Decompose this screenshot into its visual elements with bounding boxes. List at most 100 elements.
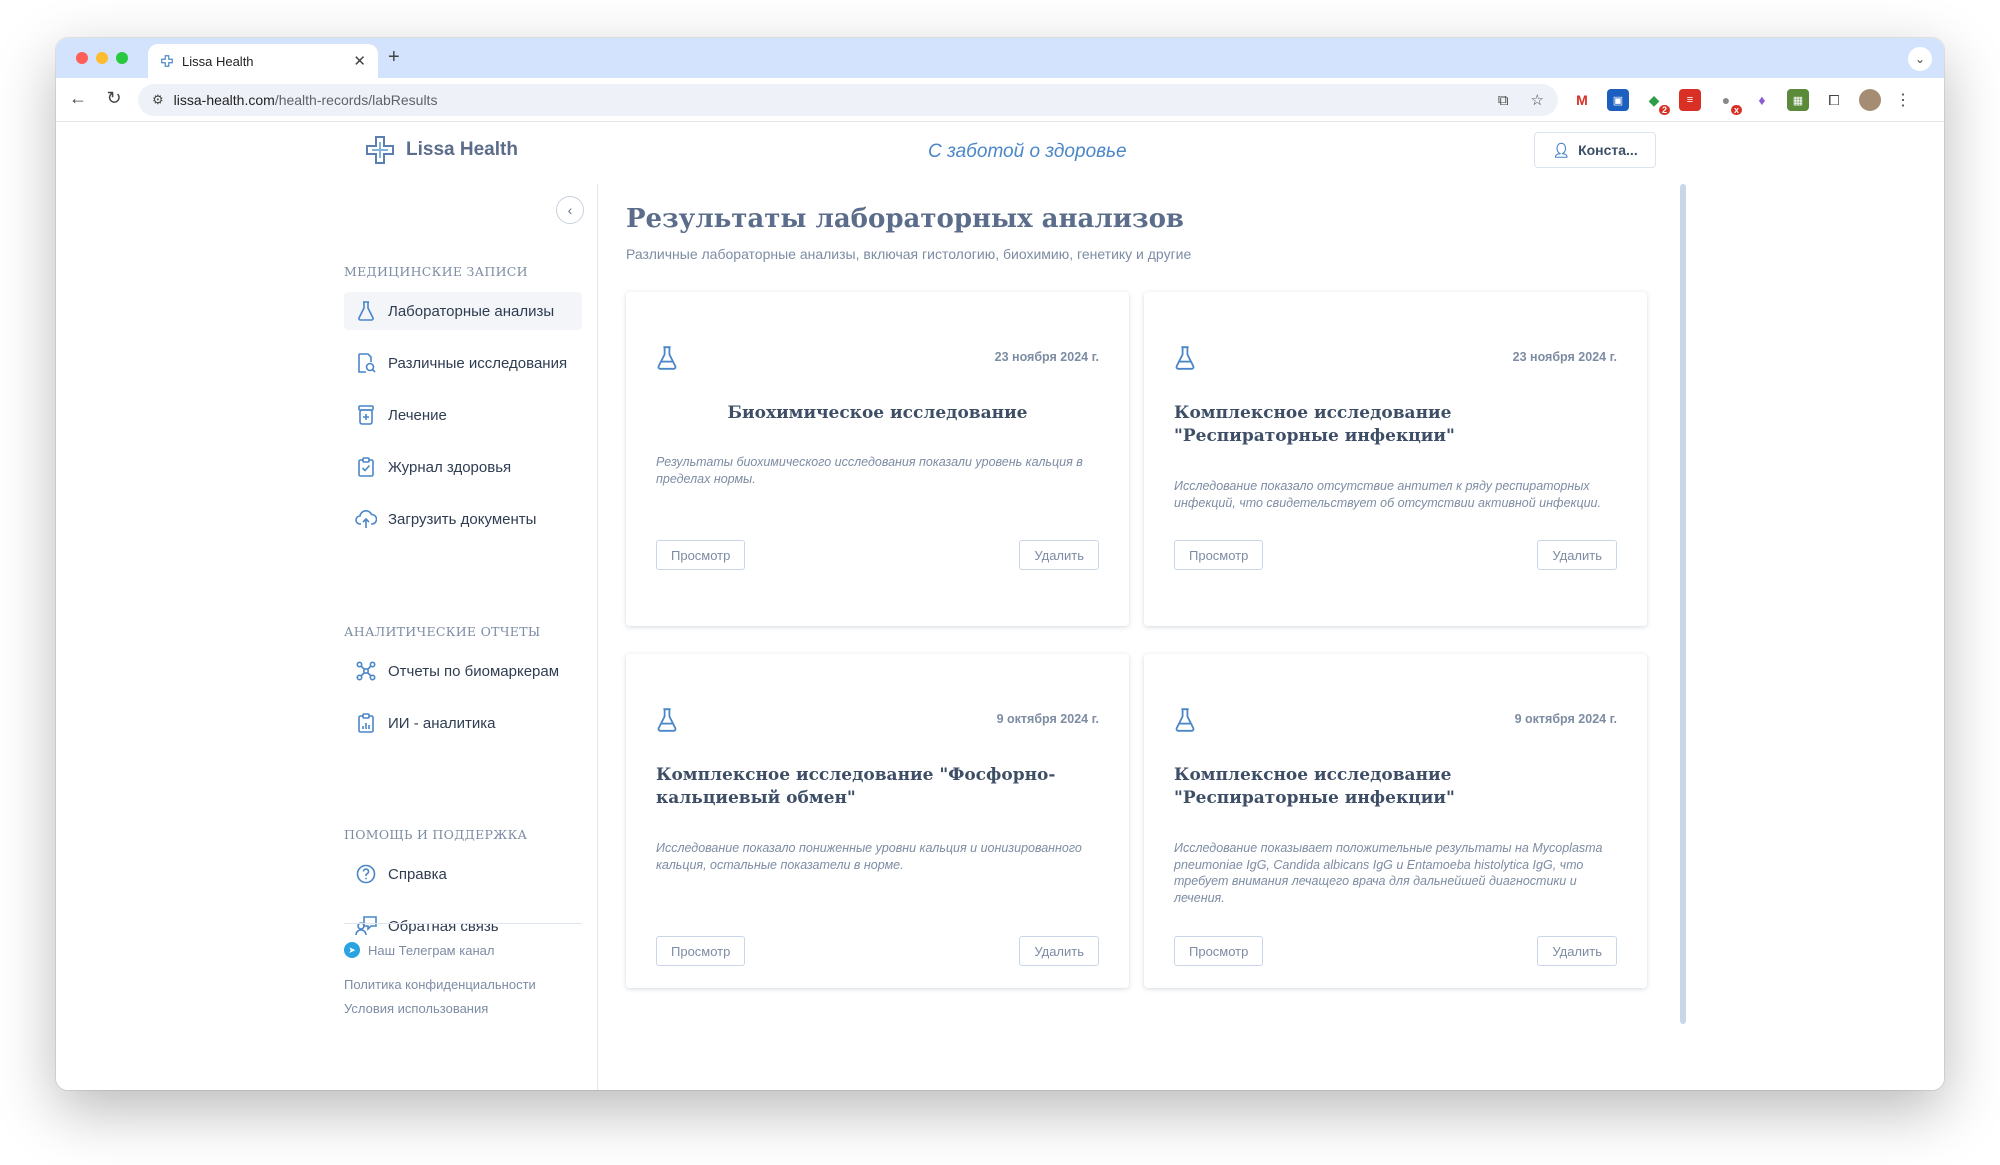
sidebar-item-label: Различные исследования bbox=[388, 354, 568, 372]
close-window-button[interactable] bbox=[76, 52, 88, 64]
app-header: Lissa Health С заботой о здоровье 👤︎ Кон… bbox=[56, 122, 1944, 184]
gmail-extension-icon[interactable]: M bbox=[1571, 89, 1593, 111]
user-icon: 👤︎ bbox=[1552, 141, 1571, 158]
card-date: 23 ноября 2024 г. bbox=[994, 350, 1099, 364]
terms-of-use-link[interactable]: Условия использования bbox=[344, 1001, 488, 1016]
collapse-sidebar-button[interactable]: ‹ bbox=[556, 196, 584, 224]
tagline: С заботой о здоровье bbox=[928, 141, 1127, 162]
section-title-help: ПОМОЩЬ И ПОДДЕРЖКА bbox=[344, 827, 528, 842]
card-title: Комплексное исследование "Респираторные … bbox=[1174, 403, 1455, 446]
question-icon bbox=[354, 862, 378, 886]
profile-avatar[interactable] bbox=[1859, 89, 1881, 111]
user-menu-button[interactable]: 👤︎ Конста... bbox=[1534, 132, 1656, 168]
sidebar-item-biomarkers[interactable]: Отчеты по биомаркерам bbox=[344, 652, 582, 690]
puzzle-extensions-icon[interactable]: ⧠ bbox=[1823, 89, 1845, 111]
sidebar-item-studies[interactable]: Различные исследования bbox=[344, 344, 582, 382]
card-description: Результаты биохимического исследования п… bbox=[656, 455, 1083, 486]
flask-icon bbox=[1175, 346, 1195, 370]
sidebar-item-label: Лечение bbox=[388, 406, 447, 424]
card-date: 9 октября 2024 г. bbox=[996, 712, 1099, 726]
image-extension-icon[interactable]: ▦ bbox=[1787, 89, 1809, 111]
card-title: Биохимическое исследование bbox=[727, 403, 1028, 423]
page-title: Результаты лабораторных анализов bbox=[626, 204, 1184, 234]
lab-result-card: 9 октября 2024 г. Комплексное исследован… bbox=[626, 654, 1129, 988]
view-button[interactable]: Просмотр bbox=[656, 540, 746, 570]
green-extension-icon[interactable]: ◆ 2 bbox=[1643, 89, 1670, 115]
main-content: Результаты лабораторных анализов Различн… bbox=[598, 184, 1656, 1090]
sidebar-item-health-journal[interactable]: Журнал здоровья bbox=[344, 448, 582, 486]
sidebar-item-treatment[interactable]: Лечение bbox=[344, 396, 582, 434]
sidebar-item-lab-results[interactable]: Лабораторные анализы bbox=[344, 292, 582, 330]
sidebar-item-label: Обратная связь bbox=[388, 917, 499, 935]
view-button[interactable]: Просмотр bbox=[1174, 936, 1264, 966]
card-description: Исследование показывает положительные ре… bbox=[1174, 841, 1603, 905]
url-text[interactable]: lissa-health.com/health-records/labResul… bbox=[174, 92, 1476, 108]
new-tab-button[interactable]: + bbox=[388, 46, 400, 69]
browser-toolbar: ← ↻ ⚙ lissa-health.com/health-records/la… bbox=[56, 78, 1944, 122]
close-tab-icon[interactable]: ✕ bbox=[353, 52, 366, 70]
sidebar-footer-divider bbox=[344, 923, 582, 924]
flask-icon bbox=[1175, 708, 1195, 732]
logo[interactable]: Lissa Health bbox=[364, 134, 518, 166]
privacy-policy-link[interactable]: Политика конфиденциальности bbox=[344, 977, 536, 992]
sidebar-item-label: Лабораторные анализы bbox=[388, 302, 555, 320]
network-icon bbox=[354, 659, 378, 683]
user-name: Конста... bbox=[1578, 142, 1638, 158]
maximize-window-button[interactable] bbox=[116, 52, 128, 64]
view-button[interactable]: Просмотр bbox=[1174, 540, 1264, 570]
bookmark-star-icon[interactable]: ☆ bbox=[1531, 91, 1544, 109]
extensions-row: M ▣ ◆ 2 ≡ ● x ♦ ▦ ⧠ ⋮ bbox=[1571, 89, 1911, 115]
favicon-icon bbox=[161, 55, 173, 67]
flask-icon bbox=[657, 708, 677, 732]
sidebar-item-help[interactable]: Справка bbox=[344, 855, 582, 893]
sidebar-item-label: ИИ - аналитика bbox=[388, 714, 496, 732]
cloud-upload-icon bbox=[354, 507, 378, 531]
telegram-link[interactable]: ➤ Наш Телеграм канал bbox=[344, 942, 494, 958]
sidebar-item-ai-analytics[interactable]: ИИ - аналитика bbox=[344, 704, 582, 742]
sidebar-item-upload[interactable]: Загрузить документы bbox=[344, 500, 582, 538]
sidebar-item-feedback[interactable]: Обратная связь bbox=[344, 907, 582, 945]
back-button[interactable]: ← bbox=[66, 88, 90, 109]
card-description: Исследование показало пониженные уровни … bbox=[656, 841, 1082, 872]
delete-button[interactable]: Удалить bbox=[1019, 540, 1099, 570]
red-book-extension-icon[interactable]: ≡ bbox=[1679, 89, 1701, 111]
minimize-window-button[interactable] bbox=[96, 52, 108, 64]
sidebar-item-label: Журнал здоровья bbox=[388, 458, 512, 476]
lab-result-card: 9 октября 2024 г. Комплексное исследован… bbox=[1144, 654, 1647, 988]
tab-title: Lissa Health bbox=[182, 53, 254, 69]
clipboard-chart-icon bbox=[354, 711, 378, 735]
delete-button[interactable]: Удалить bbox=[1537, 540, 1617, 570]
lab-result-card: 23 ноября 2024 г. Комплексное исследован… bbox=[1144, 292, 1647, 626]
card-date: 23 ноября 2024 г. bbox=[1512, 350, 1617, 364]
tab-bar: Lissa Health ✕ + ⌄ bbox=[56, 38, 1944, 78]
feedback-icon bbox=[354, 914, 378, 938]
card-title: Комплексное исследование "Респираторные … bbox=[1174, 765, 1455, 808]
sidebar-item-label: Загрузить документы bbox=[388, 510, 537, 528]
main-scrollbar[interactable] bbox=[1680, 184, 1686, 1024]
clipboard-check-icon bbox=[354, 455, 378, 479]
logo-cross-icon bbox=[366, 136, 394, 164]
browser-tab[interactable]: Lissa Health ✕ bbox=[148, 44, 378, 78]
trello-extension-icon[interactable]: ▣ bbox=[1607, 89, 1629, 111]
purple-extension-icon[interactable]: ♦ bbox=[1751, 89, 1773, 111]
tab-search-button[interactable]: ⌄ bbox=[1908, 47, 1932, 71]
card-description: Исследование показало отсутствие антител… bbox=[1174, 479, 1601, 510]
install-app-icon[interactable]: ⧉ bbox=[1498, 92, 1509, 109]
flask-icon bbox=[354, 299, 378, 323]
browser-menu-icon[interactable]: ⋮ bbox=[1895, 90, 1911, 110]
section-title-analytics: АНАЛИТИЧЕСКИЕ ОТЧЕТЫ bbox=[344, 624, 541, 639]
delete-button[interactable]: Удалить bbox=[1019, 936, 1099, 966]
address-bar[interactable]: ⚙ lissa-health.com/health-records/labRes… bbox=[138, 84, 1558, 116]
grey-extension-icon[interactable]: ● x bbox=[1715, 89, 1742, 115]
site-settings-icon[interactable]: ⚙ bbox=[152, 92, 164, 108]
delete-button[interactable]: Удалить bbox=[1537, 936, 1617, 966]
reload-button[interactable]: ↻ bbox=[102, 88, 126, 109]
page-subtitle: Различные лабораторные анализы, включая … bbox=[626, 246, 1192, 262]
lab-result-card: 23 ноября 2024 г. Биохимическое исследов… bbox=[626, 292, 1129, 626]
app-root: Lissa Health С заботой о здоровье 👤︎ Кон… bbox=[56, 122, 1944, 1090]
sidebar: ‹ МЕДИЦИНСКИЕ ЗАПИСИ Лабораторные анализ… bbox=[56, 184, 598, 1090]
flask-icon bbox=[657, 346, 677, 370]
section-title-records: МЕДИЦИНСКИЕ ЗАПИСИ bbox=[344, 264, 528, 279]
sidebar-item-label: Справка bbox=[388, 865, 447, 883]
view-button[interactable]: Просмотр bbox=[656, 936, 746, 966]
